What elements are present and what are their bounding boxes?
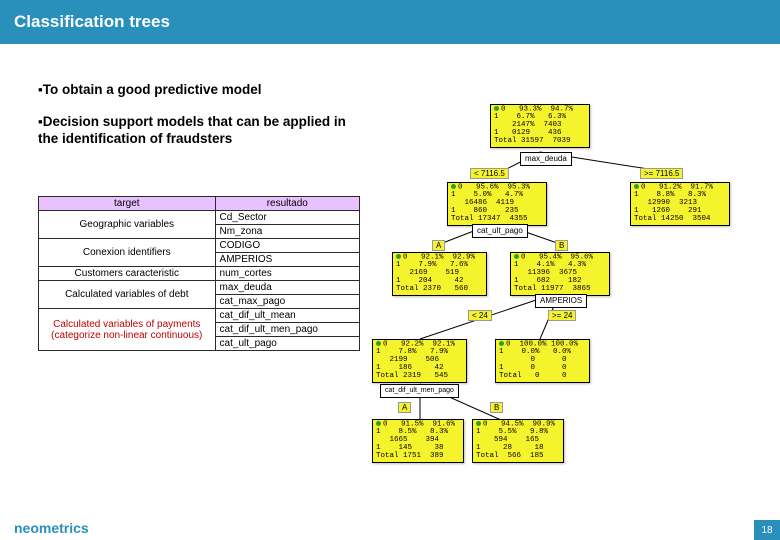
tree-node-l3-b: 0 100.0% 100.0% 1 0.0% 0.0% 0 0 1 0 0 To…	[495, 339, 590, 383]
var-cat-max-pago: cat_max_pago	[215, 295, 359, 309]
variable-table: target resultado Geographic variablesCd_…	[38, 196, 360, 351]
footer: neometrics 18	[0, 516, 780, 540]
var-cd-sector: Cd_Sector	[215, 211, 359, 225]
brand-logo: neometrics	[14, 520, 89, 536]
branch-b: B	[555, 240, 568, 251]
var-nm-zona: Nm_zona	[215, 225, 359, 239]
branch-right: >= 7116.5	[640, 168, 683, 179]
branch-a: A	[432, 240, 445, 251]
tree-node-root: 0 93.3% 94.7% 1 6.7% 6.3% 2147% 7403 1 0…	[490, 104, 590, 148]
bullet-2: ▪Decision support models that can be app…	[38, 114, 368, 148]
var-cat-dif-ult-men-pago: cat_dif_ult_men_pago	[215, 323, 359, 337]
slide-body: ▪To obtain a good predictive model ▪Deci…	[0, 44, 780, 516]
branch-ge24: >= 24	[548, 310, 576, 321]
group-payments: Calculated variables of payments (catego…	[39, 309, 216, 351]
group-customers: Customers caracteristic	[39, 267, 216, 281]
var-amperios: AMPERIOS	[215, 253, 359, 267]
bullet-1: ▪To obtain a good predictive model	[38, 82, 368, 99]
branch-a2: A	[398, 402, 411, 413]
var-codigo: CODIGO	[215, 239, 359, 253]
table-header-target: target	[39, 197, 216, 211]
tree-node-l3-a: 0 92.2% 92.1% 1 7.8% 7.9% 2199 506 1 186…	[372, 339, 467, 383]
var-max-deuda: max_deuda	[215, 281, 359, 295]
split-cat-dif-ult-men-pago: cat_dif_ult_men_pago	[380, 384, 459, 398]
group-geo: Geographic variables	[39, 211, 216, 239]
tree-node-l4-a: 0 91.5% 91.6% 1 8.5% 8.3% 1665 394 1 145…	[372, 419, 464, 463]
split-amperios: AMPERIOS	[535, 294, 587, 308]
var-num-cortes: num_cortes	[215, 267, 359, 281]
branch-left: < 7116.5	[470, 168, 509, 179]
split-cat-ult-pago: cat_ult_pago	[472, 224, 528, 238]
tree-node-l4-b: 0 94.5% 90.9% 1 5.5% 9.8% 594 165 1 28 1…	[472, 419, 564, 463]
group-conexion: Conexion identifiers	[39, 239, 216, 267]
tree-node-l1-right: 0 91.2% 91.7% 1 8.8% 8.3% 12990 3213 1 1…	[630, 182, 730, 226]
tree-node-l2-b: 0 95.4% 95.6% 1 4.1% 4.3% 11396 3675 1 6…	[510, 252, 610, 296]
table-header-result: resultado	[215, 197, 359, 211]
branch-b2: B	[490, 402, 503, 413]
split-max-deuda: max_deuda	[520, 152, 572, 166]
tree-node-l2-a: 0 92.1% 92.9% 1 7.9% 7.6% 2169 519 1 204…	[392, 252, 487, 296]
tree-node-l1-left: 0 95.6% 95.3% 1 5.0% 4.7% 16486 4119 1 8…	[447, 182, 547, 226]
page-number: 18	[754, 520, 780, 540]
group-debt: Calculated variables of debt	[39, 281, 216, 309]
page-title: Classification trees	[0, 0, 780, 44]
var-cat-ult-pago: cat_ult_pago	[215, 337, 359, 351]
branch-lt24: < 24	[468, 310, 492, 321]
var-cat-dif-ult-mean: cat_dif_ult_mean	[215, 309, 359, 323]
